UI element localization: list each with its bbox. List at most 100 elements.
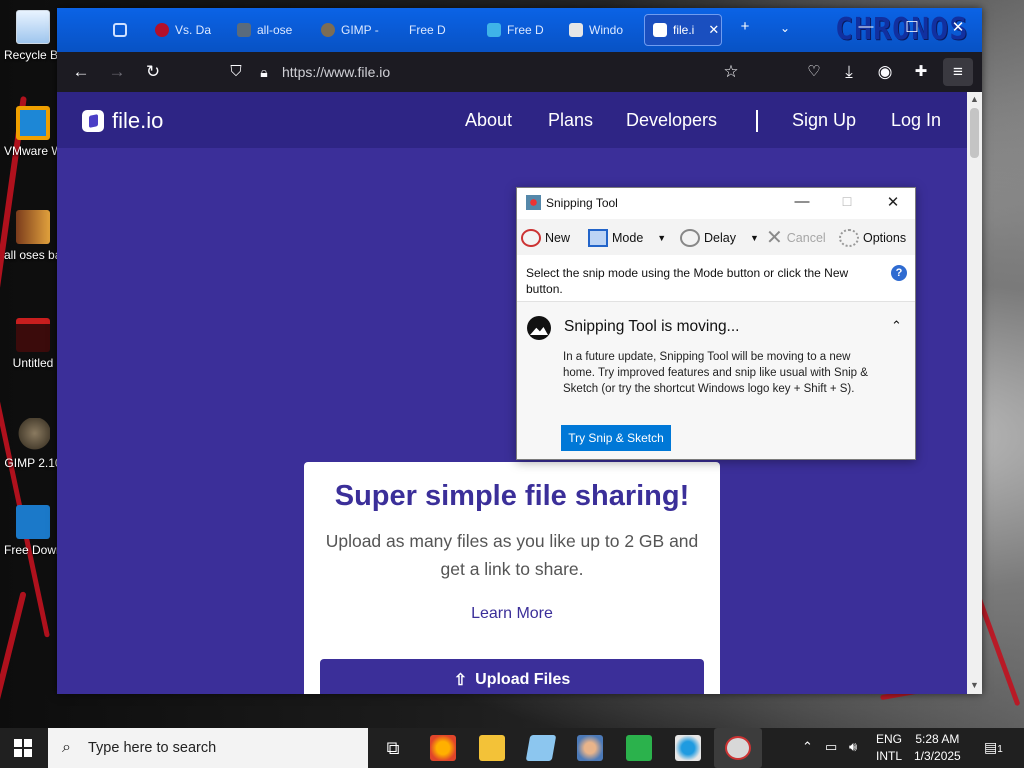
desktop-icon-label: all oses bacground bbox=[4, 248, 62, 262]
extensions-icon[interactable]: ✚ bbox=[910, 61, 932, 83]
navigation-toolbar: ← → ↻ ⛉ 🔒︎ https://www.file.io ☆ ♡ ⤓ ◉ ✚… bbox=[57, 52, 982, 92]
tab-favicon-icon bbox=[155, 23, 169, 37]
close-tab-icon[interactable]: ✕ bbox=[708, 22, 719, 38]
desktop-icon-free-download[interactable]: Free Download bbox=[4, 505, 62, 558]
maximize-icon[interactable]: ☐ bbox=[900, 18, 924, 36]
desktop-icon-folder[interactable]: all oses bacground bbox=[4, 210, 62, 263]
search-placeholder: Type here to search bbox=[88, 740, 217, 756]
tab-overview-button[interactable] bbox=[105, 14, 137, 46]
desktop-icon-untitled[interactable]: Untitled bbox=[4, 318, 62, 371]
back-icon[interactable]: ← bbox=[70, 61, 92, 83]
desktop-icon-vmware[interactable]: VMware Workstation bbox=[4, 106, 62, 159]
gear-icon bbox=[839, 229, 859, 247]
nav-developers-link[interactable]: Developers bbox=[626, 110, 717, 131]
cancel-label: Cancel bbox=[786, 231, 826, 245]
chevron-down-icon[interactable]: ⌄ bbox=[773, 21, 797, 35]
close-window-icon[interactable]: ✕ bbox=[946, 18, 970, 36]
delay-dropdown[interactable]: Delay ▼ bbox=[680, 229, 759, 247]
reload-icon[interactable]: ↻ bbox=[142, 61, 164, 83]
keyboard-layout: INTL bbox=[876, 749, 903, 763]
tab-4[interactable]: Free D bbox=[401, 14, 465, 46]
bookmark-star-icon[interactable]: ☆ bbox=[720, 61, 742, 83]
chevron-up-icon[interactable]: ⌃ bbox=[802, 739, 813, 755]
snipping-tool-titlebar[interactable]: Snipping Tool — ☐ ✕ bbox=[517, 188, 915, 218]
app-icon[interactable] bbox=[525, 735, 557, 761]
minimize-icon[interactable]: — bbox=[787, 193, 817, 210]
desktop-icon-label: Untitled bbox=[12, 356, 54, 370]
desktop-icon-label: Free Download bbox=[4, 543, 62, 557]
file-explorer-icon[interactable] bbox=[479, 735, 505, 761]
forward-icon[interactable]: → bbox=[106, 61, 128, 83]
hamburger-menu-icon[interactable]: ≡ bbox=[947, 61, 969, 83]
chevron-up-icon[interactable]: ⌃ bbox=[891, 318, 902, 334]
app-icon[interactable] bbox=[675, 735, 701, 761]
learn-more-link[interactable]: Learn More bbox=[471, 605, 553, 623]
upload-icon: ⇧ bbox=[453, 672, 468, 689]
task-view-icon[interactable]: ⧉ bbox=[380, 735, 406, 761]
snipping-tool-taskbar-button[interactable] bbox=[714, 728, 762, 768]
image-file-icon bbox=[16, 318, 50, 352]
help-icon[interactable]: ? bbox=[891, 265, 907, 281]
page-scrollbar[interactable]: ▲ ▼ bbox=[967, 92, 982, 694]
scroll-up-icon[interactable]: ▲ bbox=[967, 94, 982, 104]
lock-icon[interactable]: 🔒︎ bbox=[253, 61, 275, 83]
delay-label: Delay bbox=[704, 231, 736, 245]
account-icon[interactable]: ◉ bbox=[874, 61, 896, 83]
tab-active-file-io[interactable]: file.i ✕ bbox=[644, 14, 722, 46]
paint-icon[interactable] bbox=[577, 735, 603, 761]
minimize-icon[interactable]: — bbox=[854, 18, 878, 35]
scissors-icon bbox=[521, 229, 541, 247]
file-io-logo-icon[interactable] bbox=[82, 110, 104, 132]
mode-dropdown[interactable]: Mode ▼ bbox=[588, 229, 666, 247]
url-bar[interactable]: https://www.file.io bbox=[282, 64, 390, 80]
tab-1[interactable]: Vs. Da bbox=[147, 14, 219, 46]
search-icon: ⌕ bbox=[62, 739, 71, 756]
tab-2[interactable]: all-ose bbox=[229, 14, 303, 46]
notification-count: 1 bbox=[997, 744, 1003, 755]
tab-label: Windo bbox=[589, 23, 624, 37]
clock-date: 1/3/2025 bbox=[914, 749, 961, 763]
notification-icon[interactable]: ▤1 bbox=[984, 739, 1003, 756]
chevron-down-icon: ▼ bbox=[657, 233, 667, 243]
app-icon[interactable] bbox=[626, 735, 652, 761]
nav-signup-link[interactable]: Sign Up bbox=[792, 110, 856, 131]
desktop-icon-gimp[interactable]: GIMP 2.10 bbox=[4, 418, 62, 471]
nav-plans-link[interactable]: Plans bbox=[548, 110, 593, 131]
close-icon[interactable]: ✕ bbox=[878, 193, 908, 211]
try-snip-sketch-button[interactable]: Try Snip & Sketch bbox=[561, 425, 671, 451]
cancel-button: ✕ Cancel bbox=[766, 228, 826, 248]
desktop-icon-recycle-bin[interactable]: Recycle Bin bbox=[4, 10, 62, 63]
nav-about-link[interactable]: About bbox=[465, 110, 512, 131]
tab-5[interactable]: Free D bbox=[479, 14, 551, 46]
desktop-icon-label: GIMP 2.10 bbox=[4, 456, 62, 470]
taskbar-search-box[interactable]: ⌕ Type here to search bbox=[48, 728, 368, 768]
volume-icon[interactable]: 🔊︎ bbox=[849, 739, 857, 755]
new-tab-icon[interactable]: + bbox=[733, 18, 757, 35]
tab-6[interactable]: Windo bbox=[561, 14, 635, 46]
scroll-down-icon[interactable]: ▼ bbox=[967, 680, 982, 690]
nav-login-link[interactable]: Log In bbox=[891, 110, 941, 131]
moving-notice-title: Snipping Tool is moving... bbox=[564, 318, 740, 335]
moving-notice-panel: Snipping Tool is moving... ⌃ In a future… bbox=[517, 301, 915, 459]
desktop-icon-label: VMware Workstation bbox=[4, 144, 62, 158]
language-indicator[interactable]: ENG INTL bbox=[876, 731, 902, 765]
new-snip-button[interactable]: New bbox=[521, 229, 570, 247]
vmware-icon bbox=[16, 106, 50, 140]
site-logo-text[interactable]: file.io bbox=[112, 108, 163, 134]
firefox-view-icon bbox=[113, 23, 127, 37]
mode-icon bbox=[588, 229, 608, 247]
downloads-icon[interactable]: ⤓ bbox=[838, 61, 860, 83]
pocket-icon[interactable]: ♡ bbox=[803, 61, 825, 83]
network-icon[interactable]: ▭ bbox=[825, 739, 837, 755]
shield-icon[interactable]: ⛉ bbox=[225, 61, 247, 83]
scrollbar-thumb[interactable] bbox=[970, 108, 979, 158]
tab-label: file.i bbox=[673, 23, 695, 37]
system-clock[interactable]: 5:28 AM 1/3/2025 bbox=[914, 731, 961, 765]
firefox-taskbar-icon[interactable] bbox=[430, 735, 456, 761]
options-button[interactable]: Options bbox=[839, 229, 906, 247]
windows-start-icon[interactable] bbox=[14, 739, 32, 757]
language-code: ENG bbox=[876, 732, 903, 746]
upload-files-button[interactable]: ⇧ Upload Files bbox=[320, 659, 704, 694]
maximize-icon: ☐ bbox=[841, 195, 853, 209]
tab-3[interactable]: GIMP - bbox=[313, 14, 387, 46]
